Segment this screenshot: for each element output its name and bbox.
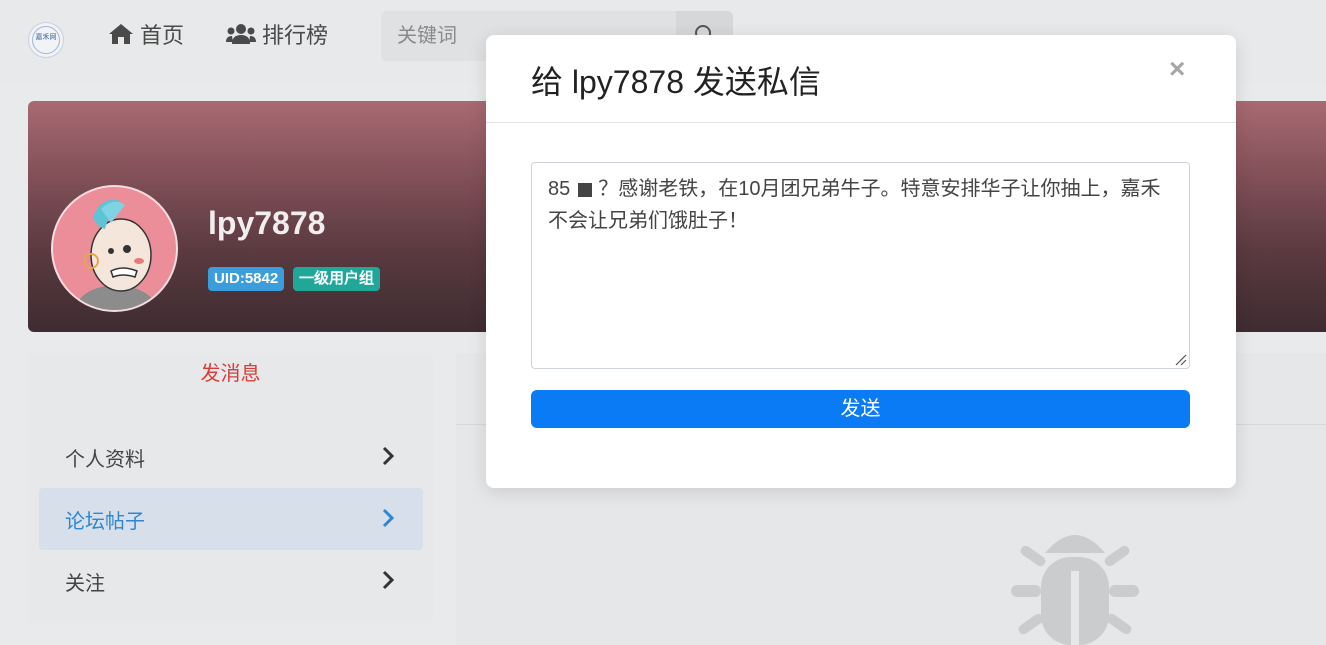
avatar — [51, 185, 178, 312]
nav-home-label: 首页 — [140, 23, 185, 48]
private-message-modal: 给 lpy7878 发送私信 × 85 ？感谢老铁，在10月团兄弟牛子。特意安排华… — [486, 35, 1236, 488]
sidebar-item-follow[interactable]: 关注 — [39, 550, 423, 612]
chevron-right-icon — [382, 570, 395, 590]
profile-sidebar: 发消息 个人资料 论坛帖子 关注 — [28, 353, 433, 623]
user-group-badge: 一级用户组 — [293, 267, 381, 291]
site-logo[interactable]: 嘉禾网 — [28, 22, 64, 58]
nav-rank-link[interactable]: 排行榜 — [226, 20, 328, 48]
sidebar-item-label: 论坛帖子 — [65, 510, 145, 533]
logo-text: 嘉禾网 — [35, 34, 57, 41]
resize-handle-icon[interactable] — [1175, 354, 1187, 366]
message-textarea[interactable]: 85 ？感谢老铁，在10月团兄弟牛子。特意安排华子让你抽上，嘉禾不会让兄弟们饿肚子… — [531, 162, 1190, 369]
message-prefix: 85 — [548, 178, 571, 200]
sidebar-item-posts[interactable]: 论坛帖子 — [39, 488, 423, 550]
bug-icon — [1011, 535, 1139, 645]
message-text: ？感谢老铁，在10月团兄弟牛子。特意安排华子让你抽上，嘉禾不会让兄弟们饿肚子！ — [548, 178, 1161, 232]
uid-badge: UID:5842 — [208, 267, 285, 291]
send-button[interactable]: 发送 — [531, 390, 1190, 428]
users-icon — [226, 24, 256, 44]
sidebar-item-label: 关注 — [65, 572, 105, 595]
chevron-right-icon — [382, 508, 395, 528]
profile-username: lpy7878 — [208, 205, 326, 241]
redacted-mark — [578, 182, 593, 197]
home-icon — [109, 24, 133, 44]
send-message-link[interactable]: 发消息 — [28, 357, 433, 386]
sidebar-item-profile[interactable]: 个人资料 — [39, 426, 423, 488]
close-icon[interactable]: × — [1169, 55, 1185, 83]
modal-divider — [486, 122, 1236, 123]
chevron-right-icon — [382, 446, 395, 466]
nav-home-link[interactable]: 首页 — [108, 20, 184, 48]
modal-title: 给 lpy7878 发送私信 — [531, 64, 821, 100]
nav-rank-label: 排行榜 — [262, 23, 329, 48]
avatar-illustration — [74, 199, 160, 310]
sidebar-item-label: 个人资料 — [65, 448, 145, 471]
